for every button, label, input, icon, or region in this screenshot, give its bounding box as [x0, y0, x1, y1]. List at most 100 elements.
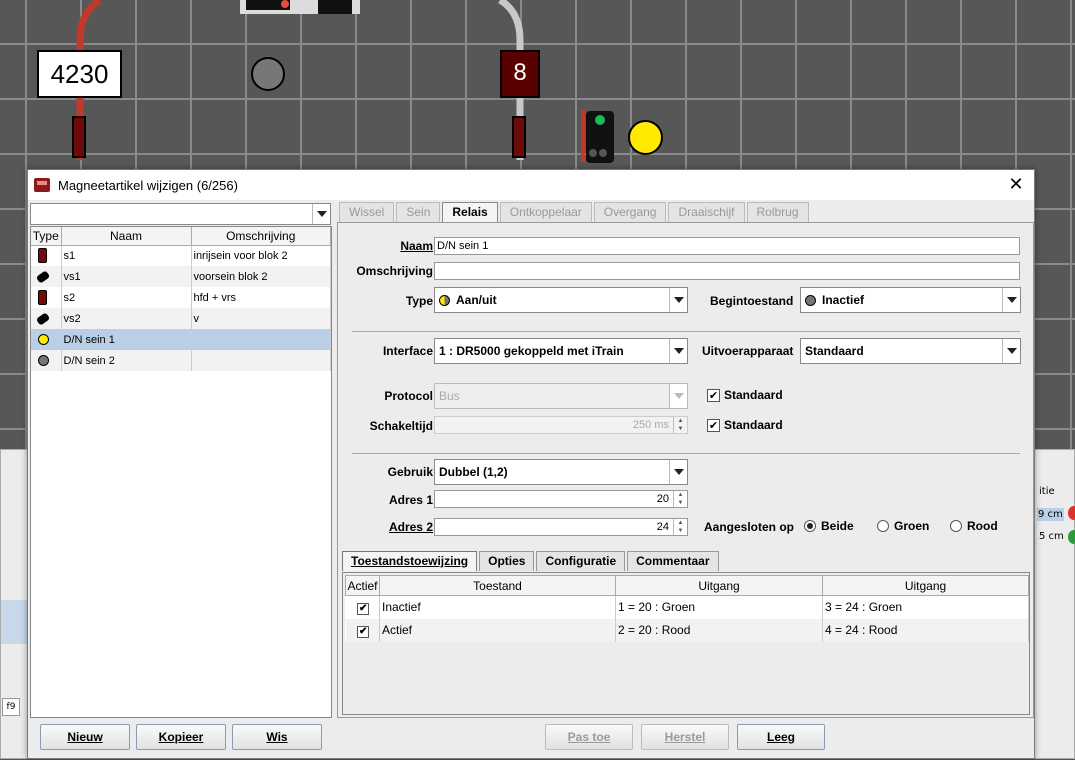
address1-label: Adres 1 [388, 493, 433, 507]
protocol-value: Bus [439, 389, 460, 403]
dialog-titlebar[interactable]: Magneetartikel wijzigen (6/256) ✕ [28, 170, 1034, 200]
protocol-standard-checkbox[interactable]: ✔ [707, 389, 720, 402]
relais-tab-body: Naam D/N sein 1 Omschrijving Type Aan/ui… [337, 222, 1034, 718]
output-device-value: Standaard [805, 344, 864, 358]
address2-field[interactable]: 24 ▲ ▼ [434, 518, 688, 536]
table-row-selected[interactable]: D/N sein 1 [31, 329, 331, 350]
delete-button[interactable]: Wis [232, 724, 322, 750]
table-row[interactable]: D/N sein 2 [31, 350, 331, 371]
clear-button[interactable]: Leeg [737, 724, 825, 750]
address1-field[interactable]: 20 ▲ ▼ [434, 490, 688, 508]
radio-red[interactable] [950, 520, 962, 532]
column-header-description[interactable]: Omschrijving [191, 227, 331, 246]
name-field[interactable]: D/N sein 1 [434, 237, 1020, 255]
block-label[interactable]: 4230 [37, 50, 122, 98]
column-header-output-2[interactable]: Uitgang [822, 575, 1029, 596]
error-icon[interactable] [1068, 506, 1075, 520]
table-row[interactable]: ✔ Actief 2 = 20 : Rood 4 = 24 : Rood [345, 618, 1029, 642]
accessory-table[interactable]: Type Naam Omschrijving s1 inrijsein voor… [30, 226, 332, 718]
accessory-detail-panel: Wissel Sein Relais Ontkoppelaar Overgang… [337, 200, 1034, 760]
state-assignment-table[interactable]: Actief Toestand Uitgang Uitgang ✔ Inacti… [342, 572, 1030, 715]
row-description: inrijsein voor blok 2 [191, 245, 331, 266]
spinner-arrows-icon[interactable]: ▲ ▼ [673, 519, 687, 535]
name-label: Naam [400, 239, 433, 253]
tab-relais[interactable]: Relais [442, 202, 498, 222]
switch-time-value: 250 ms [632, 419, 669, 431]
switch-time-field[interactable]: 250 ms ▲ ▼ [434, 416, 688, 434]
separator [352, 331, 1020, 332]
signal-mast-icon[interactable] [581, 107, 615, 165]
table-row[interactable]: s1 inrijsein voor blok 2 [31, 245, 331, 266]
function-key-label[interactable]: f9 [2, 698, 20, 716]
state-cell: Actief [379, 618, 616, 642]
table-row[interactable]: ✔ Inactief 1 = 20 : Groen 3 = 24 : Groen [345, 595, 1029, 619]
protocol-combobox[interactable]: Bus [434, 383, 688, 409]
distance-fragment: 5 cm [1039, 531, 1064, 542]
output1-cell[interactable]: 2 = 20 : Rood [615, 618, 823, 642]
output2-cell[interactable]: 3 = 24 : Groen [822, 595, 1029, 619]
chevron-down-icon[interactable] [669, 384, 687, 408]
switch-time-standard-label: Standaard [724, 418, 783, 432]
tab-draaischijf[interactable]: Draaischijf [668, 202, 745, 222]
column-header-name[interactable]: Naam [61, 227, 192, 246]
column-header-output-1[interactable]: Uitgang [615, 575, 823, 596]
new-button[interactable]: Nieuw [40, 724, 130, 750]
close-icon[interactable]: ✕ [1006, 174, 1026, 195]
chevron-down-icon[interactable] [1002, 288, 1020, 312]
row-name: vs2 [61, 308, 192, 329]
output-device-combobox[interactable]: Standaard [800, 338, 1021, 364]
apply-button[interactable]: Pas toe [545, 724, 633, 750]
radio-green[interactable] [877, 520, 889, 532]
row-description: voorsein blok 2 [191, 266, 331, 287]
tab-overgang[interactable]: Overgang [593, 202, 667, 222]
initial-state-combobox[interactable]: Inactief [800, 287, 1021, 313]
spinner-arrows-icon[interactable]: ▲ ▼ [673, 491, 687, 507]
play-icon[interactable] [1068, 530, 1075, 544]
description-field[interactable] [434, 262, 1020, 280]
output1-cell[interactable]: 1 = 20 : Groen [615, 595, 823, 619]
tab-options[interactable]: Opties [479, 551, 535, 571]
yellow-lamp-icon[interactable] [628, 120, 663, 155]
interface-combobox[interactable]: 1 : DR5000 gekoppeld met iTrain [434, 338, 688, 364]
table-row[interactable]: s2 hfd + vrs [31, 287, 331, 308]
spinner-arrows-icon[interactable]: ▲ ▼ [673, 417, 687, 433]
tab-comment[interactable]: Commentaar [627, 551, 719, 571]
protocol-standard-label: Standaard [724, 388, 783, 402]
table-row[interactable]: vs1 voorsein blok 2 [31, 266, 331, 287]
chevron-down-icon[interactable] [312, 204, 330, 224]
row-name: D/N sein 2 [61, 350, 192, 371]
usage-combobox[interactable]: Dubbel (1,2) [434, 459, 688, 485]
chevron-down-icon[interactable] [669, 288, 687, 312]
output2-cell[interactable]: 4 = 24 : Rood [822, 618, 1029, 642]
tab-wissel[interactable]: Wissel [339, 202, 395, 222]
distance-fragment: 9 cm [1037, 508, 1064, 521]
tab-rolbrug[interactable]: Rolbrug [746, 202, 809, 222]
type-combobox[interactable]: Aan/uit [434, 287, 688, 313]
tab-ontkoppelaar[interactable]: Ontkoppelaar [499, 202, 592, 222]
signal-label[interactable]: 8 [500, 50, 540, 98]
copy-button[interactable]: Kopieer [136, 724, 226, 750]
chevron-down-icon[interactable] [669, 339, 687, 363]
row-description: v [191, 308, 331, 329]
radio-green-label: Groen [894, 519, 930, 533]
column-header-state[interactable]: Toestand [379, 575, 616, 596]
row-name: vs1 [61, 266, 192, 287]
column-header-active[interactable]: Actief [345, 575, 380, 596]
presignal-icon [35, 269, 51, 284]
switch-time-standard-checkbox[interactable]: ✔ [707, 419, 720, 432]
radio-both[interactable] [804, 520, 816, 532]
chevron-down-icon[interactable] [669, 460, 687, 484]
active-checkbox[interactable]: ✔ [357, 602, 370, 615]
grey-light-icon [38, 355, 49, 367]
chevron-down-icon[interactable] [1002, 339, 1020, 363]
table-row[interactable]: vs2 v [31, 308, 331, 329]
tab-state-assignment[interactable]: Toestandstoewijzing [342, 551, 478, 571]
connected-label: Aangesloten op [704, 520, 795, 534]
active-checkbox[interactable]: ✔ [357, 625, 370, 638]
tab-configuration[interactable]: Configuratie [536, 551, 626, 571]
grey-lamp-icon[interactable] [251, 57, 285, 91]
column-header-type[interactable]: Type [31, 227, 62, 246]
filter-combobox[interactable] [30, 203, 331, 225]
restore-button[interactable]: Herstel [641, 724, 729, 750]
tab-sein[interactable]: Sein [396, 202, 441, 222]
